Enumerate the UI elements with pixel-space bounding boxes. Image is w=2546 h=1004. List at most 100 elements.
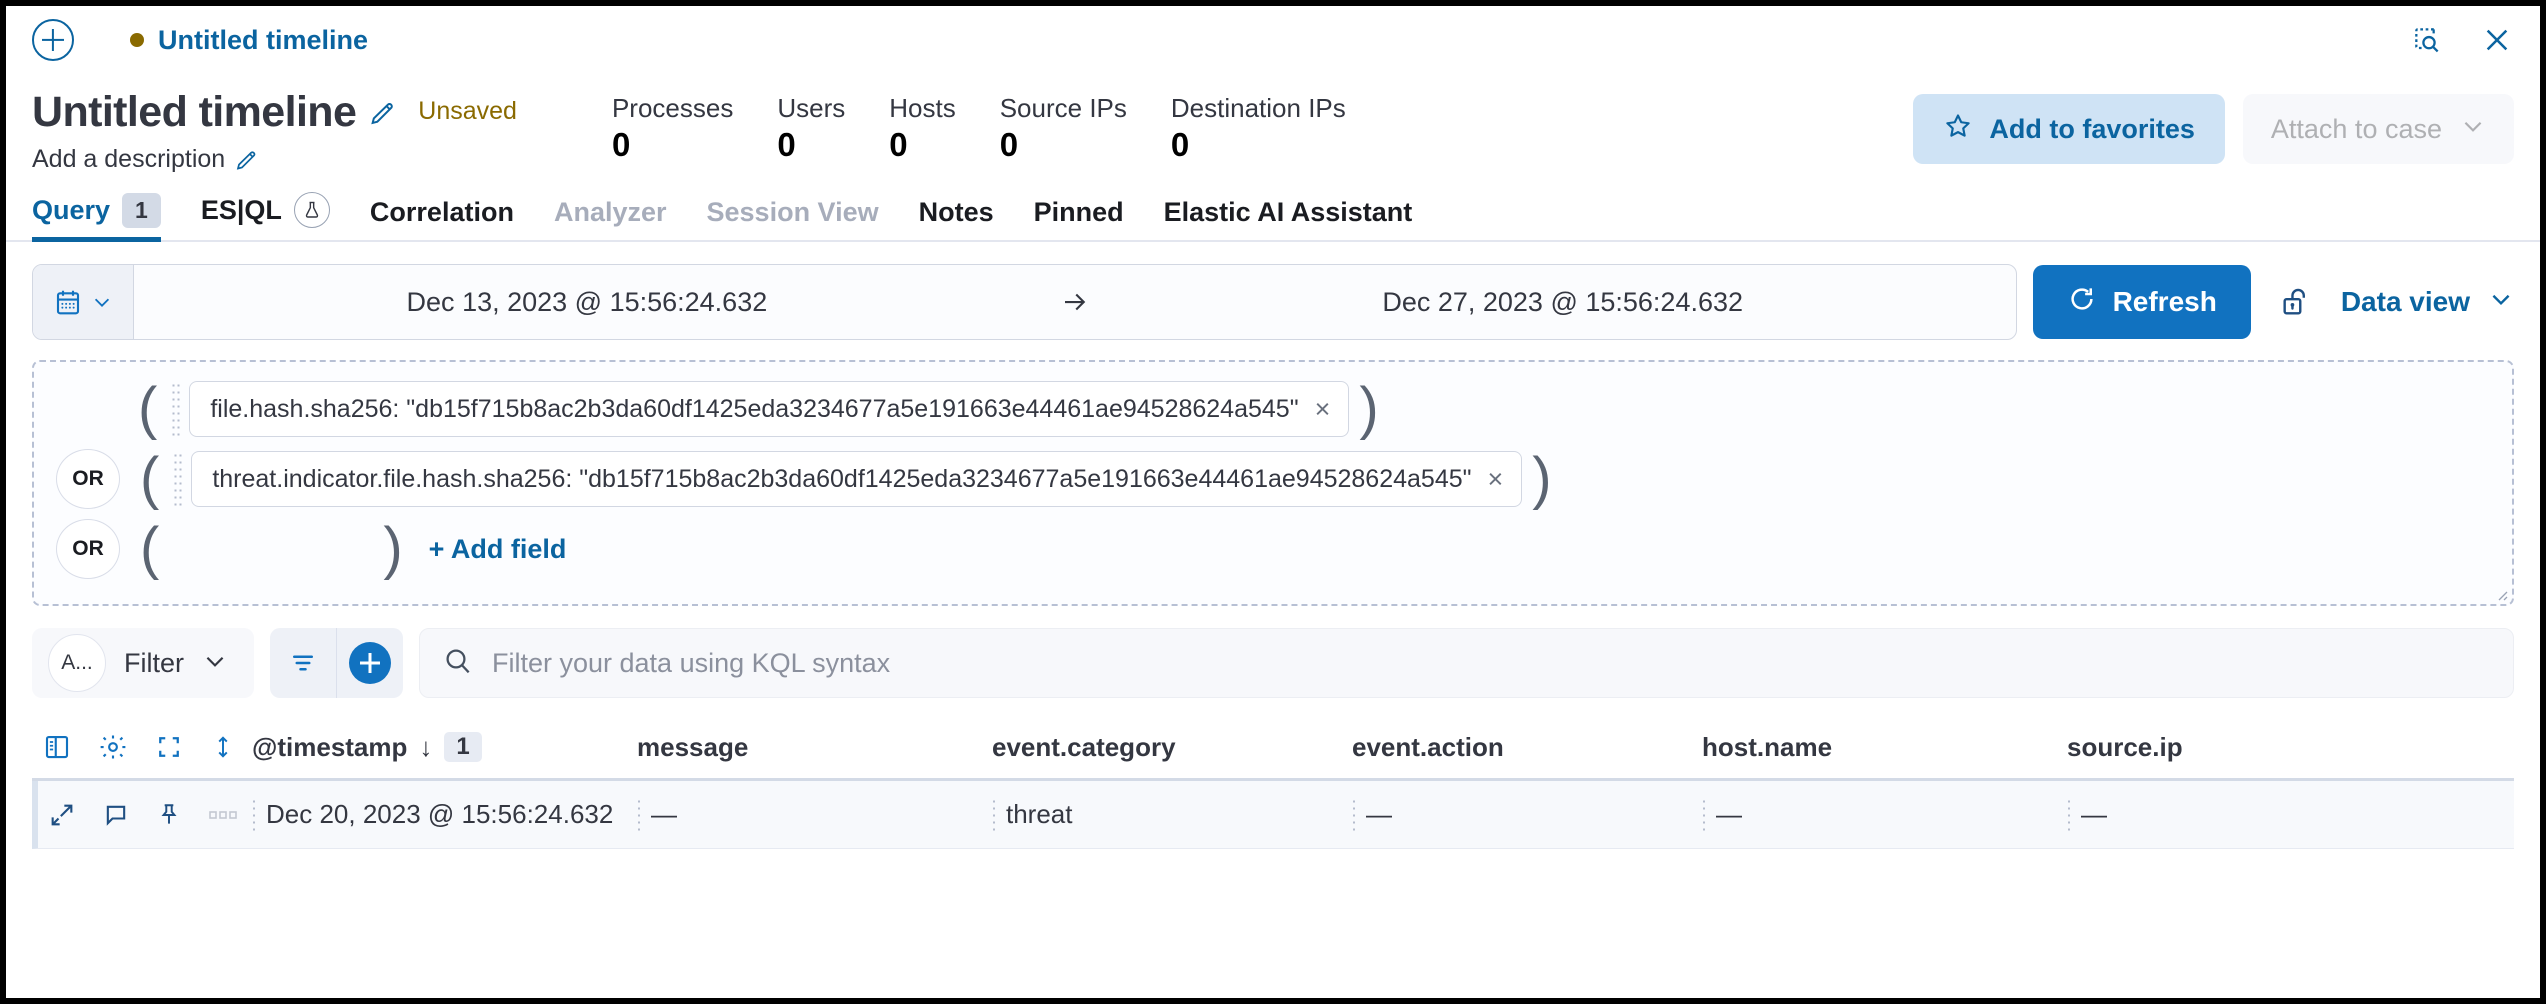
filter-dropdown[interactable]: A... Filter [32,628,254,698]
row-height-icon[interactable] [210,732,236,762]
column-header-event-action[interactable]: event.action [1352,732,1702,763]
column-header-host-name[interactable]: host.name [1702,732,2067,763]
query-builder-row: ( file.hash.sha256: "db15f715b8ac2b3da60… [34,378,2512,440]
tab-label: ES|QL [201,195,282,226]
column-label: event.category [992,732,1176,763]
date-range-arrow-icon [1040,265,1110,339]
or-connector-button[interactable]: OR [56,449,120,509]
cell-event-category: threat [992,799,1352,830]
cell-message: — [637,799,992,830]
timeline-stats: Processes 0 Users 0 Hosts 0 Source IPs 0… [612,84,1346,165]
tab-elastic-ai-assistant[interactable]: Elastic AI Assistant [1164,197,1413,240]
date-start-field[interactable]: Dec 13, 2023 @ 15:56:24.632 [134,265,1040,339]
tab-correlation[interactable]: Correlation [370,197,514,240]
filter-label: Filter [124,648,184,679]
row-actions [38,801,252,829]
group-paren-close: ) [1528,459,1555,500]
stat-hosts: Hosts 0 [889,94,955,165]
refresh-button[interactable]: Refresh [2033,265,2251,339]
tab-session-view[interactable]: Session View [707,197,879,240]
remove-provider-icon[interactable]: × [1315,396,1331,423]
resize-handle[interactable] [2492,585,2508,601]
stat-users: Users 0 [777,94,845,165]
query-tab-content: Dec 13, 2023 @ 15:56:24.632 Dec 27, 2023… [6,264,2540,849]
tab-label: Pinned [1034,197,1124,228]
edit-description-pencil-icon[interactable] [234,148,258,172]
unsaved-status-dot [130,33,144,47]
description-placeholder[interactable]: Add a description [32,145,225,174]
group-paren-close: ) [379,529,406,570]
pin-icon[interactable] [156,801,182,829]
stat-value: 0 [889,124,907,165]
gear-icon[interactable] [98,732,128,762]
cell-source-ip: — [2067,799,2367,830]
grid-toolbar [32,732,252,762]
add-field-button[interactable]: + Add field [429,534,567,565]
tab-esql[interactable]: ES|QL [201,192,330,240]
filter-options-icon[interactable] [270,628,336,698]
save-state-text: Unsaved [418,97,517,128]
data-view-selector[interactable]: Data view [2341,286,2514,319]
search-filter-bar: A... Filter [32,628,2514,698]
add-filter-button[interactable] [336,628,403,698]
events-data-grid: @timestamp ↓ 1 message event.category ev… [32,716,2514,849]
super-date-picker-row: Dec 13, 2023 @ 15:56:24.632 Dec 27, 2023… [32,264,2514,340]
kql-search-input[interactable]: Filter your data using KQL syntax [419,628,2514,698]
tab-label: Session View [707,197,879,228]
tab-label: Correlation [370,197,514,228]
column-header-source-ip[interactable]: source.ip [2067,732,2367,763]
add-note-icon[interactable] [102,801,130,829]
cell-timestamp: Dec 20, 2023 @ 15:56:24.632 [252,799,637,830]
data-provider-text: file.hash.sha256: "db15f715b8ac2b3da60df… [210,395,1298,424]
close-icon[interactable] [2476,19,2518,61]
timeline-tabs: Query 1 ES|QL Correlation Analyzer Sessi… [6,184,2540,242]
description-row: Add a description [32,145,517,174]
tab-label: Notes [919,197,994,228]
refresh-label: Refresh [2113,286,2217,318]
date-quick-select-button[interactable] [33,265,134,339]
filter-abbr-badge: A... [48,634,106,692]
add-timeline-icon[interactable] [32,19,74,61]
drag-handle[interactable] [173,452,183,506]
stat-processes: Processes 0 [612,94,733,165]
stat-value: 0 [612,124,630,165]
sort-desc-icon: ↓ [419,732,432,763]
group-paren-open: ( [136,529,163,570]
stat-label: Destination IPs [1171,94,1346,124]
column-header-event-category[interactable]: event.category [992,732,1352,763]
remove-provider-icon[interactable]: × [1488,466,1504,493]
data-provider-chip[interactable]: file.hash.sha256: "db15f715b8ac2b3da60df… [189,381,1349,437]
tab-notes[interactable]: Notes [919,197,994,240]
columns-icon[interactable] [42,732,72,762]
edit-title-pencil-icon[interactable] [368,99,396,127]
column-header-timestamp[interactable]: @timestamp ↓ 1 [252,732,637,763]
data-provider-chip[interactable]: threat.indicator.file.hash.sha256: "db15… [191,451,1522,507]
search-icon [442,645,474,682]
column-header-message[interactable]: message [637,732,992,763]
attach-to-case-button[interactable]: Attach to case [2243,94,2514,164]
unlock-icon[interactable] [2273,279,2319,325]
stat-destination-ips: Destination IPs 0 [1171,94,1346,165]
stat-label: Users [777,94,845,124]
fullscreen-icon[interactable] [154,732,184,762]
super-date-picker: Dec 13, 2023 @ 15:56:24.632 Dec 27, 2023… [32,264,2017,340]
add-to-favorites-button[interactable]: Add to favorites [1913,94,2225,164]
table-row[interactable]: Dec 20, 2023 @ 15:56:24.632 — threat — —… [32,781,2514,849]
expand-row-icon[interactable] [48,801,76,829]
or-connector-button[interactable]: OR [56,519,120,579]
tab-analyzer[interactable]: Analyzer [554,197,667,240]
drag-handle[interactable] [171,382,181,436]
more-actions-icon[interactable] [208,807,238,823]
flyout-timeline-title[interactable]: Untitled timeline [158,25,368,56]
group-paren-open: ( [136,459,163,500]
tab-label: Query [32,195,110,226]
date-end-field[interactable]: Dec 27, 2023 @ 15:56:24.632 [1110,265,2016,339]
stat-value: 0 [1171,124,1189,165]
chevron-down-icon [2460,113,2486,146]
tab-query[interactable]: Query 1 [32,193,161,240]
open-timeline-search-icon[interactable] [2406,19,2448,61]
stat-value: 0 [777,124,795,165]
tab-pinned[interactable]: Pinned [1034,197,1124,240]
plus-icon [349,642,391,684]
header-actions: Add to favorites Attach to case [1913,84,2514,164]
